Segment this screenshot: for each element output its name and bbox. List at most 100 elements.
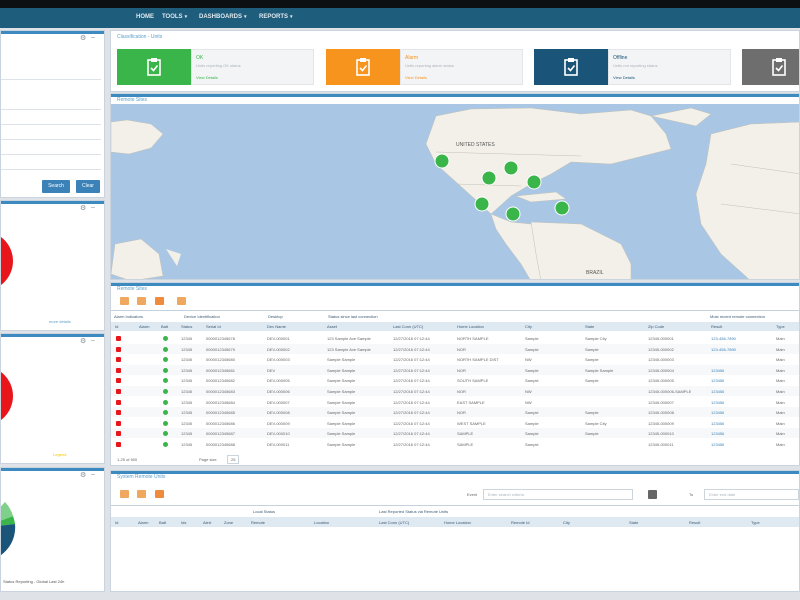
classification-tile-icon[interactable]: [117, 49, 191, 85]
column-header[interactable]: State: [629, 520, 638, 525]
table-cell-result[interactable]: 123456: [711, 368, 724, 373]
tile-footer-link[interactable]: View Details: [405, 75, 427, 80]
more-details-link[interactable]: more details: [49, 319, 71, 324]
site-marker[interactable]: [526, 174, 542, 190]
table-row[interactable]: 12345 0000012345687 DEV-000010 Sample Sampl…: [111, 428, 799, 439]
add-icon[interactable]: [120, 490, 129, 498]
table-cell-result[interactable]: 123-456-7890: [711, 347, 736, 352]
calendar-icon[interactable]: [648, 490, 657, 499]
table-row[interactable]: 12345 0000012345680 DEV-000003 Sample Sampl…: [111, 354, 799, 364]
column-header[interactable]: Alert: [203, 520, 211, 525]
collapse-icon[interactable]: –: [91, 34, 95, 41]
column-header[interactable]: Asset: [327, 324, 337, 329]
filter-field-line[interactable]: [1, 79, 101, 80]
column-header[interactable]: Remote Id: [511, 520, 529, 525]
table-cell-zip: 12345-000008: [648, 410, 674, 416]
site-marker[interactable]: [481, 170, 497, 186]
table-cell-result[interactable]: 123-456-7890: [711, 336, 736, 341]
table-row[interactable]: 12345 0000012345681 DEV Sample Sample 12/27/…: [111, 364, 799, 375]
classification-tile-icon[interactable]: [326, 49, 400, 85]
column-header[interactable]: Zone: [224, 520, 233, 525]
column-header[interactable]: Remote: [251, 520, 265, 525]
nav-item-dashboards[interactable]: DASHBOARDS ▾: [199, 14, 247, 20]
event-search-input[interactable]: Enter search criteria: [483, 489, 633, 500]
column-header[interactable]: Home Location: [444, 520, 471, 525]
column-header[interactable]: Status: [181, 324, 192, 329]
classification-tile-body[interactable]: Alarm Units reporting alarm status View De…: [400, 49, 523, 85]
column-header[interactable]: Result: [689, 520, 700, 525]
settings-icon[interactable]: ⚙: [80, 34, 86, 42]
column-header[interactable]: Ids: [181, 520, 186, 525]
table-row[interactable]: 12345 0000012345683 DEV-000006 Sample Sampl…: [111, 386, 799, 396]
column-header[interactable]: Alarm: [139, 324, 149, 329]
column-header[interactable]: Home Location: [457, 324, 484, 329]
site-marker[interactable]: [503, 160, 519, 176]
site-marker[interactable]: [505, 206, 521, 222]
column-header[interactable]: Type: [751, 520, 760, 525]
table-row[interactable]: 12345 0000012345685 DEV-000008 Sample Sampl…: [111, 407, 799, 418]
filter-field-line[interactable]: [1, 139, 101, 140]
table-cell-result[interactable]: 123456: [711, 442, 724, 447]
connection-status-icon: [163, 442, 168, 447]
tile-footer-link[interactable]: View Details: [613, 75, 635, 80]
table-row[interactable]: 12345 0000012345682 DEV-000005 Sample Sampl…: [111, 375, 799, 385]
nav-item-reports[interactable]: REPORTS ▾: [259, 14, 293, 20]
export-icon[interactable]: [177, 297, 186, 305]
table-cell-result[interactable]: 123456: [711, 431, 724, 436]
table-row[interactable]: 12345 0000012345678 DEV-000001 123 Sample A…: [111, 333, 799, 343]
column-header[interactable]: Serial Id: [206, 324, 221, 329]
chevron-down-icon: ▾: [184, 14, 188, 20]
column-header[interactable]: Last Conn (UTC): [379, 520, 409, 525]
nav-item-tools[interactable]: TOOLS ▾: [162, 14, 187, 20]
table-row[interactable]: 12345 0000012345686 DEV-000009 Sample Sampl…: [111, 418, 799, 428]
table-cell-result[interactable]: 123456: [711, 421, 724, 426]
delete-icon[interactable]: [155, 490, 164, 498]
tile-footer-link[interactable]: View Details: [196, 75, 218, 80]
column-header[interactable]: Result: [711, 324, 722, 329]
filter-field-line[interactable]: [1, 109, 101, 110]
column-header[interactable]: State: [585, 324, 594, 329]
filter-field-line[interactable]: [1, 124, 101, 125]
site-marker[interactable]: [474, 196, 490, 212]
search-button[interactable]: Search: [42, 180, 70, 193]
table-cell-result[interactable]: 123456: [711, 400, 724, 405]
table-cell-zip: 12345-000003: [648, 357, 674, 363]
column-header[interactable]: Last Conn (UTC): [393, 324, 423, 329]
column-header[interactable]: Alarm: [138, 520, 148, 525]
world-map[interactable]: UNITED STATES BRAZIL: [111, 104, 800, 280]
classification-tile-icon[interactable]: [742, 49, 799, 85]
delete-icon[interactable]: [155, 297, 164, 305]
table-cell-status: 12345: [181, 378, 193, 384]
pie-slice-navy: [1, 524, 16, 555]
classification-tile-body[interactable]: OK Units reporting OK status View Details: [191, 49, 314, 85]
classification-tile-body[interactable]: Offline Units not reporting status View De…: [608, 49, 731, 85]
column-header[interactable]: Id: [115, 520, 118, 525]
table-cell-result[interactable]: 123456: [711, 410, 724, 415]
site-marker[interactable]: [434, 153, 450, 169]
classification-tile-icon[interactable]: [534, 49, 608, 85]
column-header[interactable]: Batt: [159, 520, 166, 525]
table-row[interactable]: 12345 0000012345679 DEV-000002 123 Sample A…: [111, 343, 799, 354]
add-icon[interactable]: [120, 297, 129, 305]
clear-button[interactable]: Clear: [76, 180, 100, 193]
edit-icon[interactable]: [137, 297, 146, 305]
column-header[interactable]: City: [525, 324, 532, 329]
column-header[interactable]: Id: [115, 324, 118, 329]
column-header[interactable]: City: [563, 520, 570, 525]
column-header[interactable]: Batt: [161, 324, 168, 329]
edit-icon[interactable]: [137, 490, 146, 498]
filter-field-line[interactable]: [1, 154, 101, 155]
column-header[interactable]: Dev Name: [267, 324, 286, 329]
table-row[interactable]: 12345 0000012345688 DEV-000011 Sample Sampl…: [111, 439, 799, 449]
table-row[interactable]: 12345 0000012345684 DEV-000007 Sample Sampl…: [111, 397, 799, 407]
column-header[interactable]: Type: [776, 324, 785, 329]
page-size-select[interactable]: 25: [227, 455, 240, 464]
to-date-input[interactable]: Enter end date: [704, 489, 799, 500]
column-header[interactable]: Location: [314, 520, 329, 525]
table-cell-result[interactable]: 123456: [711, 389, 724, 394]
filter-field-line[interactable]: [1, 169, 101, 170]
nav-item-home[interactable]: HOME: [136, 14, 154, 20]
site-marker[interactable]: [554, 200, 570, 216]
column-header[interactable]: Zip Code: [648, 324, 664, 329]
table-cell-result[interactable]: 123456: [711, 378, 724, 383]
